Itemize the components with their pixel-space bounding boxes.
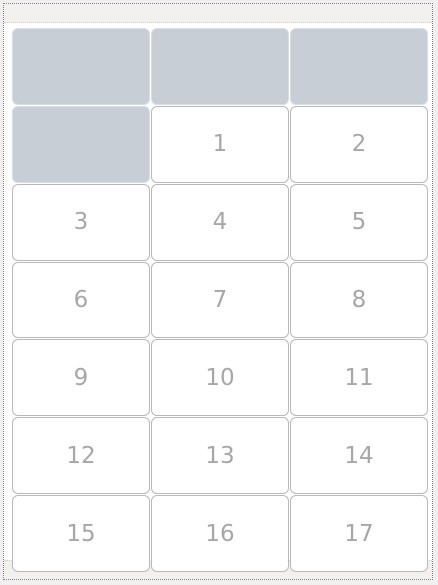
- number-cell-14[interactable]: 14: [290, 417, 428, 495]
- number-cell-13[interactable]: 13: [151, 417, 289, 495]
- number-cell-6[interactable]: 6: [12, 261, 150, 339]
- number-cell-label: 4: [212, 209, 228, 236]
- number-cell-label: 3: [73, 209, 89, 236]
- empty-cell: [12, 28, 150, 105]
- number-cell-label: 12: [66, 442, 96, 469]
- number-cell-5[interactable]: 5: [290, 183, 428, 261]
- number-cell-4[interactable]: 4: [151, 183, 289, 261]
- empty-cell: [290, 28, 428, 105]
- number-cell-16[interactable]: 16: [151, 495, 289, 572]
- number-cell-label: 13: [205, 442, 235, 469]
- number-cell-8[interactable]: 8: [290, 261, 428, 339]
- number-cell-label: 6: [73, 286, 89, 313]
- number-cell-label: 1: [212, 131, 228, 158]
- number-cell-7[interactable]: 7: [151, 261, 289, 339]
- empty-cell: [151, 28, 289, 105]
- number-cell-label: 7: [212, 286, 228, 313]
- grid-panel: 1 2 3 4 5 6 7 8 9 10 11 12 13 14 15 16 17: [3, 3, 433, 580]
- number-cell-12[interactable]: 12: [12, 417, 150, 495]
- number-cell-2[interactable]: 2: [290, 105, 428, 183]
- number-cell-9[interactable]: 9: [12, 339, 150, 417]
- number-cell-10[interactable]: 10: [151, 339, 289, 417]
- number-grid: 1 2 3 4 5 6 7 8 9 10 11 12 13 14 15 16 17: [12, 28, 428, 572]
- number-cell-1[interactable]: 1: [151, 105, 289, 183]
- number-cell-15[interactable]: 15: [12, 495, 150, 572]
- number-cell-3[interactable]: 3: [12, 183, 150, 261]
- number-cell-label: 9: [73, 364, 89, 391]
- number-cell-11[interactable]: 11: [290, 339, 428, 417]
- number-cell-label: 17: [344, 520, 374, 547]
- number-cell-label: 11: [344, 364, 374, 391]
- number-cell-label: 15: [66, 520, 96, 547]
- top-band: [4, 4, 432, 23]
- number-cell-17[interactable]: 17: [290, 495, 428, 572]
- number-cell-label: 16: [205, 520, 235, 547]
- number-cell-label: 2: [351, 131, 367, 158]
- number-cell-label: 14: [344, 442, 374, 469]
- number-cell-label: 8: [351, 286, 367, 313]
- number-cell-label: 10: [205, 364, 235, 391]
- number-cell-label: 5: [351, 209, 367, 236]
- empty-cell: [12, 105, 150, 183]
